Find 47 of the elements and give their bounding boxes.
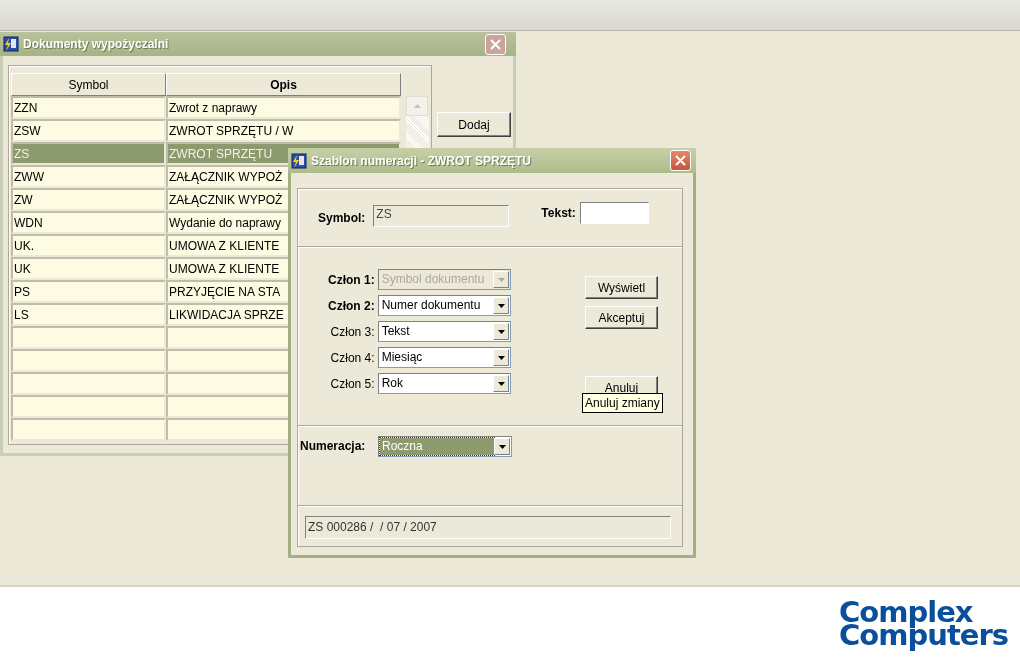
accept-button[interactable]: Akceptuj — [585, 306, 658, 329]
dropdown[interactable]: Rok — [377, 373, 511, 394]
number-preview-field: ZS 000286 / / 07 / 2007 — [305, 516, 671, 539]
dropdown[interactable]: Numer dokumentu — [377, 295, 511, 316]
table-cell[interactable]: UK. — [11, 234, 166, 257]
window-title: Dokumenty wypożyczalni — [23, 37, 170, 51]
table-cell[interactable]: ZZN — [11, 96, 166, 119]
table-cell[interactable]: ZW — [11, 188, 166, 211]
table-cell[interactable]: LS — [11, 303, 166, 326]
column-header[interactable]: Opis — [166, 73, 401, 96]
app-icon — [3, 36, 19, 52]
table-cell[interactable]: ZSW — [11, 119, 166, 142]
dropdown[interactable]: Tekst — [377, 321, 511, 342]
dropdown[interactable]: Miesiąc — [377, 347, 511, 368]
table-cell[interactable]: UK — [11, 257, 166, 280]
table-cell[interactable]: ZWROT SPRZĘTU / W — [166, 119, 401, 142]
close-icon — [490, 38, 501, 50]
caret-icon — [497, 381, 505, 386]
close-icon — [675, 155, 686, 166]
segment-label: Człon 3: — [329, 324, 375, 339]
symbol-label: Symbol: — [318, 210, 366, 225]
column-header[interactable]: Symbol — [11, 73, 166, 96]
caret-icon — [413, 104, 421, 108]
app-icon — [291, 152, 307, 169]
caret-icon — [497, 355, 505, 360]
caret-icon — [497, 277, 505, 282]
numbering-label: Numeracja: — [300, 438, 367, 455]
show-button[interactable]: Wyświetl — [585, 276, 658, 299]
close-button[interactable] — [485, 33, 506, 55]
caret-icon — [497, 303, 505, 308]
add-button[interactable]: Dodaj — [437, 112, 511, 137]
dropdown-value: Roczna — [380, 438, 494, 455]
dropdown-value: Rok — [380, 375, 404, 392]
close-button[interactable] — [670, 150, 691, 171]
tooltip: Anuluj zmiany — [582, 393, 663, 413]
text-label: Tekst: — [541, 205, 576, 220]
table-cell[interactable]: PS — [11, 280, 166, 303]
dropdown-value: Tekst — [380, 323, 411, 340]
dropdown-value: Miesiąc — [380, 349, 424, 366]
caret-icon — [498, 444, 506, 449]
segment-label: Człon 5: — [329, 376, 375, 391]
segment-label: Człon 4: — [329, 350, 375, 365]
table-cell[interactable]: Zwrot z naprawy — [166, 96, 401, 119]
table-cell[interactable]: WDN — [11, 211, 166, 234]
text-field[interactable] — [579, 201, 649, 224]
caret-icon — [497, 329, 505, 334]
table-cell[interactable]: ZWW — [11, 165, 166, 188]
